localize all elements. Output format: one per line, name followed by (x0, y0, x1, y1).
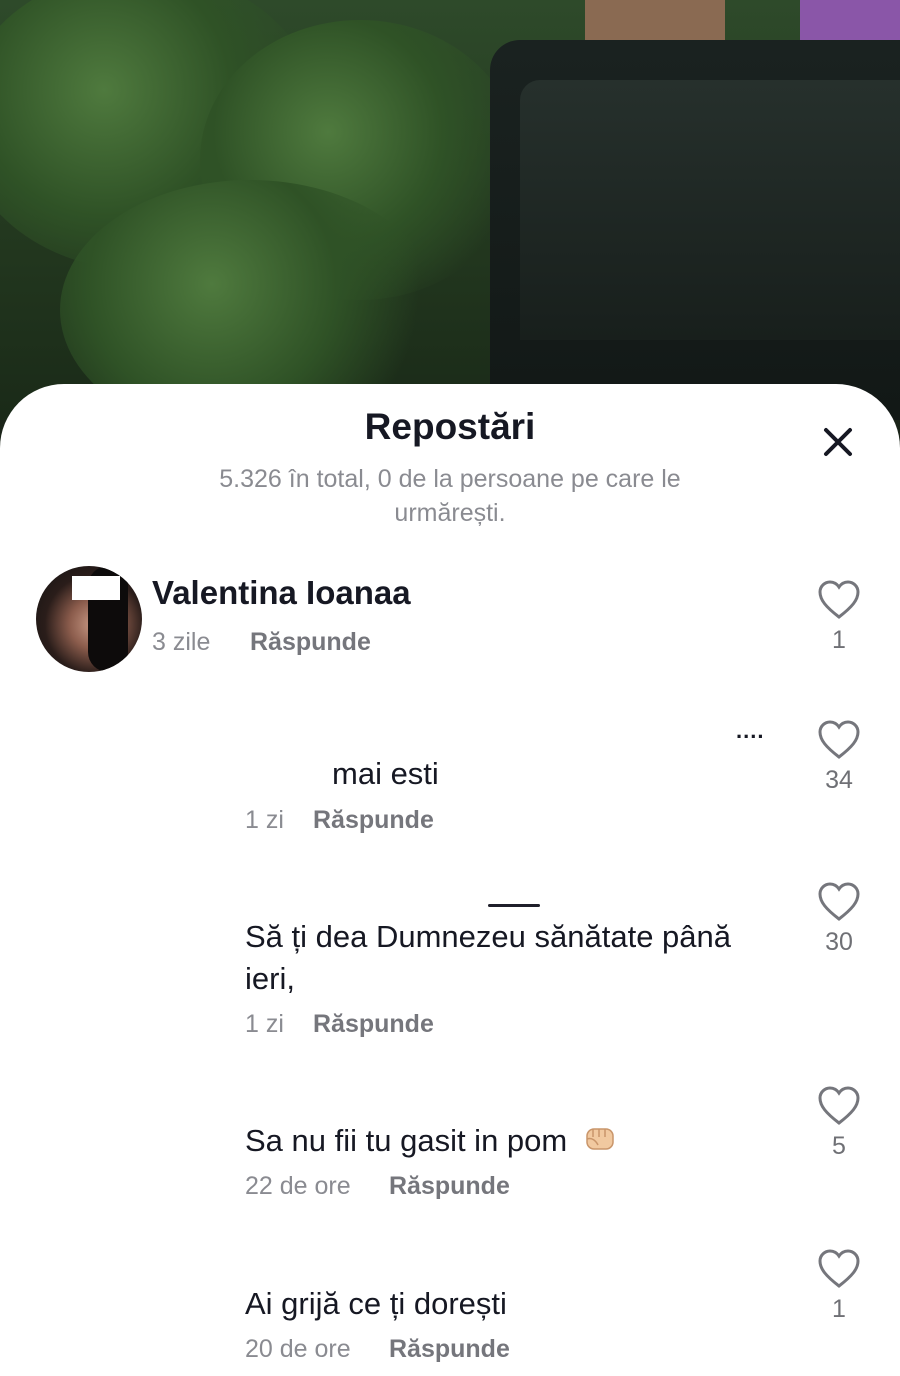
like-count: 1 (832, 626, 846, 654)
sheet-title: Repostări (364, 406, 536, 447)
like-button[interactable]: 1 (809, 1249, 869, 1324)
heart-icon (818, 720, 860, 759)
video-background[interactable] (0, 0, 900, 420)
comment-time: 22 de ore (245, 1172, 351, 1200)
reposts-sheet: Repostări 5.326 în total, 0 de la persoa… (0, 384, 900, 1376)
comment-time: 20 de ore (245, 1335, 351, 1363)
close-icon (824, 428, 852, 456)
like-button[interactable]: 30 (809, 882, 869, 957)
comment-text: mai esti (332, 756, 439, 791)
comment-text-row: Sa nu fii tu gasit in pom (245, 1120, 616, 1164)
comment-text: Sa nu fii tu gasit in pom (245, 1123, 568, 1158)
reply-button[interactable]: Răspunde (313, 806, 434, 835)
avatar[interactable] (36, 566, 142, 672)
heart-icon (818, 580, 860, 619)
roof-object (585, 0, 725, 42)
comment-username[interactable]: Valentina Ioanaa (152, 574, 411, 612)
comment-text: Ai grijă ce ți dorești (245, 1286, 507, 1321)
reply-button[interactable]: Răspunde (389, 1335, 510, 1364)
fist-emoji-icon (584, 1122, 616, 1164)
like-count: 34 (825, 766, 853, 794)
like-count: 30 (825, 928, 853, 956)
comment-time: 1 zi (245, 1010, 284, 1038)
redacted-mark (488, 904, 540, 907)
reply-button[interactable]: Răspunde (313, 1010, 434, 1039)
vehicle-window (520, 80, 900, 340)
like-count: 1 (832, 1295, 846, 1323)
like-button[interactable]: 34 (809, 720, 869, 795)
sheet-subtitle: 5.326 în total, 0 de la persoane pe care… (219, 465, 681, 527)
like-button[interactable]: 5 (809, 1086, 869, 1161)
close-button[interactable] (816, 420, 860, 464)
like-count: 5 (832, 1132, 846, 1160)
reply-button[interactable]: Răspunde (250, 628, 371, 657)
comment-text: Să ți dea Dumnezeu sănătate până ieri, (245, 919, 732, 996)
reply-button[interactable]: Răspunde (389, 1172, 510, 1201)
comment-time: 3 zile (152, 628, 211, 656)
like-button[interactable]: 1 (809, 580, 869, 655)
more-options-button[interactable]: .... (736, 718, 764, 744)
avatar-censor-bar (72, 576, 120, 600)
heart-icon (818, 1086, 860, 1125)
heart-icon (818, 882, 860, 921)
building (800, 0, 900, 40)
heart-icon (818, 1249, 860, 1288)
comment-time: 1 zi (245, 806, 284, 834)
